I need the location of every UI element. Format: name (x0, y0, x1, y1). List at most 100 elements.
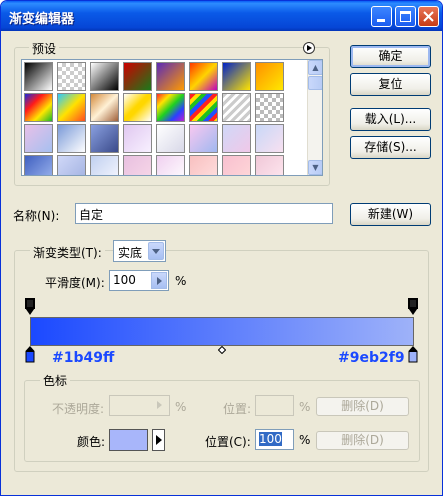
preset-swatch[interactable] (57, 155, 86, 175)
minimize-button[interactable] (371, 6, 392, 27)
save-button[interactable]: 存储(S)... (350, 136, 431, 159)
preset-swatch[interactable] (222, 155, 251, 175)
gradient-type-label: 渐变类型(T): (30, 244, 105, 261)
arrow-up-icon: ▲ (312, 63, 319, 72)
title-bar: 渐变编辑器 (1, 1, 442, 31)
preset-swatch[interactable] (255, 155, 284, 175)
color-stop-right[interactable] (408, 346, 418, 363)
chevron-down-icon (152, 249, 160, 254)
name-input[interactable]: 自定 (75, 203, 333, 224)
preset-swatch[interactable] (123, 93, 152, 122)
gradient-editor-window: 渐变编辑器 预设 ▲ ▼ 确定 复位 载入(L)... 存储(S)... 名称(… (0, 0, 443, 496)
smoothness-slider-button[interactable] (151, 272, 167, 289)
load-button[interactable]: 载入(L)... (350, 108, 431, 131)
preset-swatch[interactable] (156, 93, 185, 122)
delete-color-stop-button: 删除(D) (316, 431, 409, 450)
preset-swatch[interactable] (222, 93, 251, 122)
gradient-preview-bar[interactable] (30, 317, 414, 346)
maximize-button[interactable] (395, 6, 416, 27)
preset-swatch[interactable] (255, 93, 284, 122)
gradient-type-select[interactable]: 实底 (113, 240, 166, 262)
preset-swatch[interactable] (255, 62, 284, 91)
close-icon (423, 11, 434, 22)
color-stop-left[interactable] (25, 346, 35, 363)
color-swatch[interactable] (109, 429, 148, 451)
arrow-right-icon (156, 435, 162, 445)
preset-swatch[interactable] (189, 124, 218, 153)
preset-swatch[interactable] (156, 155, 185, 175)
circle-arrow-right-icon (307, 45, 312, 51)
gradient-type-dropdown-button[interactable] (148, 242, 164, 260)
smoothness-value: 100 (113, 273, 136, 287)
start-color-label: #1b49ff (52, 350, 115, 366)
presets-list[interactable]: ▲ ▼ (21, 59, 323, 176)
color-stop-icon (408, 346, 418, 363)
preset-swatch[interactable] (90, 155, 119, 175)
window-title: 渐变编辑器 (9, 12, 75, 27)
preset-swatch[interactable] (123, 124, 152, 153)
preset-swatch[interactable] (189, 155, 218, 175)
ok-button[interactable]: 确定 (350, 45, 431, 68)
scroll-down-button[interactable]: ▼ (308, 160, 322, 175)
preset-swatch[interactable] (189, 62, 218, 91)
opacity-input (109, 395, 170, 416)
preset-swatch[interactable] (90, 93, 119, 122)
name-label: 名称(N): (13, 209, 60, 223)
presets-menu-button[interactable] (303, 42, 315, 54)
opacity-stop-left[interactable] (25, 298, 35, 317)
maximize-icon (400, 11, 411, 22)
preset-swatch[interactable] (123, 62, 152, 91)
reset-button[interactable]: 复位 (350, 73, 431, 96)
color-stop-icon (25, 346, 35, 363)
color-position-label: 位置(C): (205, 435, 251, 449)
preset-swatch[interactable] (24, 124, 53, 153)
arrow-down-icon: ▼ (312, 163, 319, 172)
preset-swatch[interactable] (156, 62, 185, 91)
arrow-right-icon (157, 277, 162, 285)
smoothness-input[interactable]: 100 (109, 270, 169, 291)
smoothness-unit: % (175, 274, 187, 288)
midpoint-diamond[interactable] (218, 346, 226, 354)
smoothness-label: 平滑度(M): (45, 276, 105, 290)
preset-swatch[interactable] (24, 93, 53, 122)
opacity-slider-button (152, 397, 168, 414)
color-menu-button[interactable] (152, 429, 165, 451)
preset-swatch[interactable] (57, 62, 86, 91)
new-button[interactable]: 新建(W) (350, 203, 431, 226)
color-position-value: 100 (259, 432, 282, 446)
preset-swatch[interactable] (57, 93, 86, 122)
stops-group-label: 色标 (40, 372, 71, 389)
presets-scrollbar[interactable]: ▲ ▼ (307, 60, 322, 175)
presets-label: 预设 (29, 40, 60, 57)
opacity-unit: % (175, 400, 187, 414)
diamond-icon (218, 346, 226, 354)
opacity-stop-right[interactable] (408, 298, 418, 317)
preset-swatch[interactable] (90, 62, 119, 91)
preset-swatch[interactable] (90, 124, 119, 153)
preset-swatch[interactable] (123, 155, 152, 175)
preset-swatch[interactable] (57, 124, 86, 153)
opacity-position-label: 位置: (223, 402, 252, 416)
scroll-thumb[interactable] (308, 76, 322, 90)
arrow-right-icon (157, 401, 162, 409)
opacity-position-input (255, 395, 294, 416)
color-label: 颜色: (77, 435, 106, 449)
opacity-label: 不透明度: (52, 402, 105, 416)
preset-swatch[interactable] (222, 124, 251, 153)
scroll-up-button[interactable]: ▲ (308, 60, 322, 75)
preset-swatch[interactable] (156, 124, 185, 153)
opacity-stop-icon (408, 298, 418, 315)
minimize-icon (377, 19, 385, 22)
delete-opacity-stop-button: 删除(D) (316, 397, 409, 416)
preset-swatch[interactable] (24, 155, 53, 175)
gradient-type-value: 实底 (118, 246, 143, 260)
color-position-input[interactable]: 100 (255, 429, 294, 450)
preset-swatch[interactable] (222, 62, 251, 91)
close-button[interactable] (418, 6, 439, 27)
preset-swatch[interactable] (24, 62, 53, 91)
preset-swatch[interactable] (189, 93, 218, 122)
opacity-position-unit: % (299, 400, 311, 414)
end-color-label: #9eb2f9 (338, 350, 405, 366)
color-position-unit: % (299, 433, 311, 447)
preset-swatch[interactable] (255, 124, 284, 153)
